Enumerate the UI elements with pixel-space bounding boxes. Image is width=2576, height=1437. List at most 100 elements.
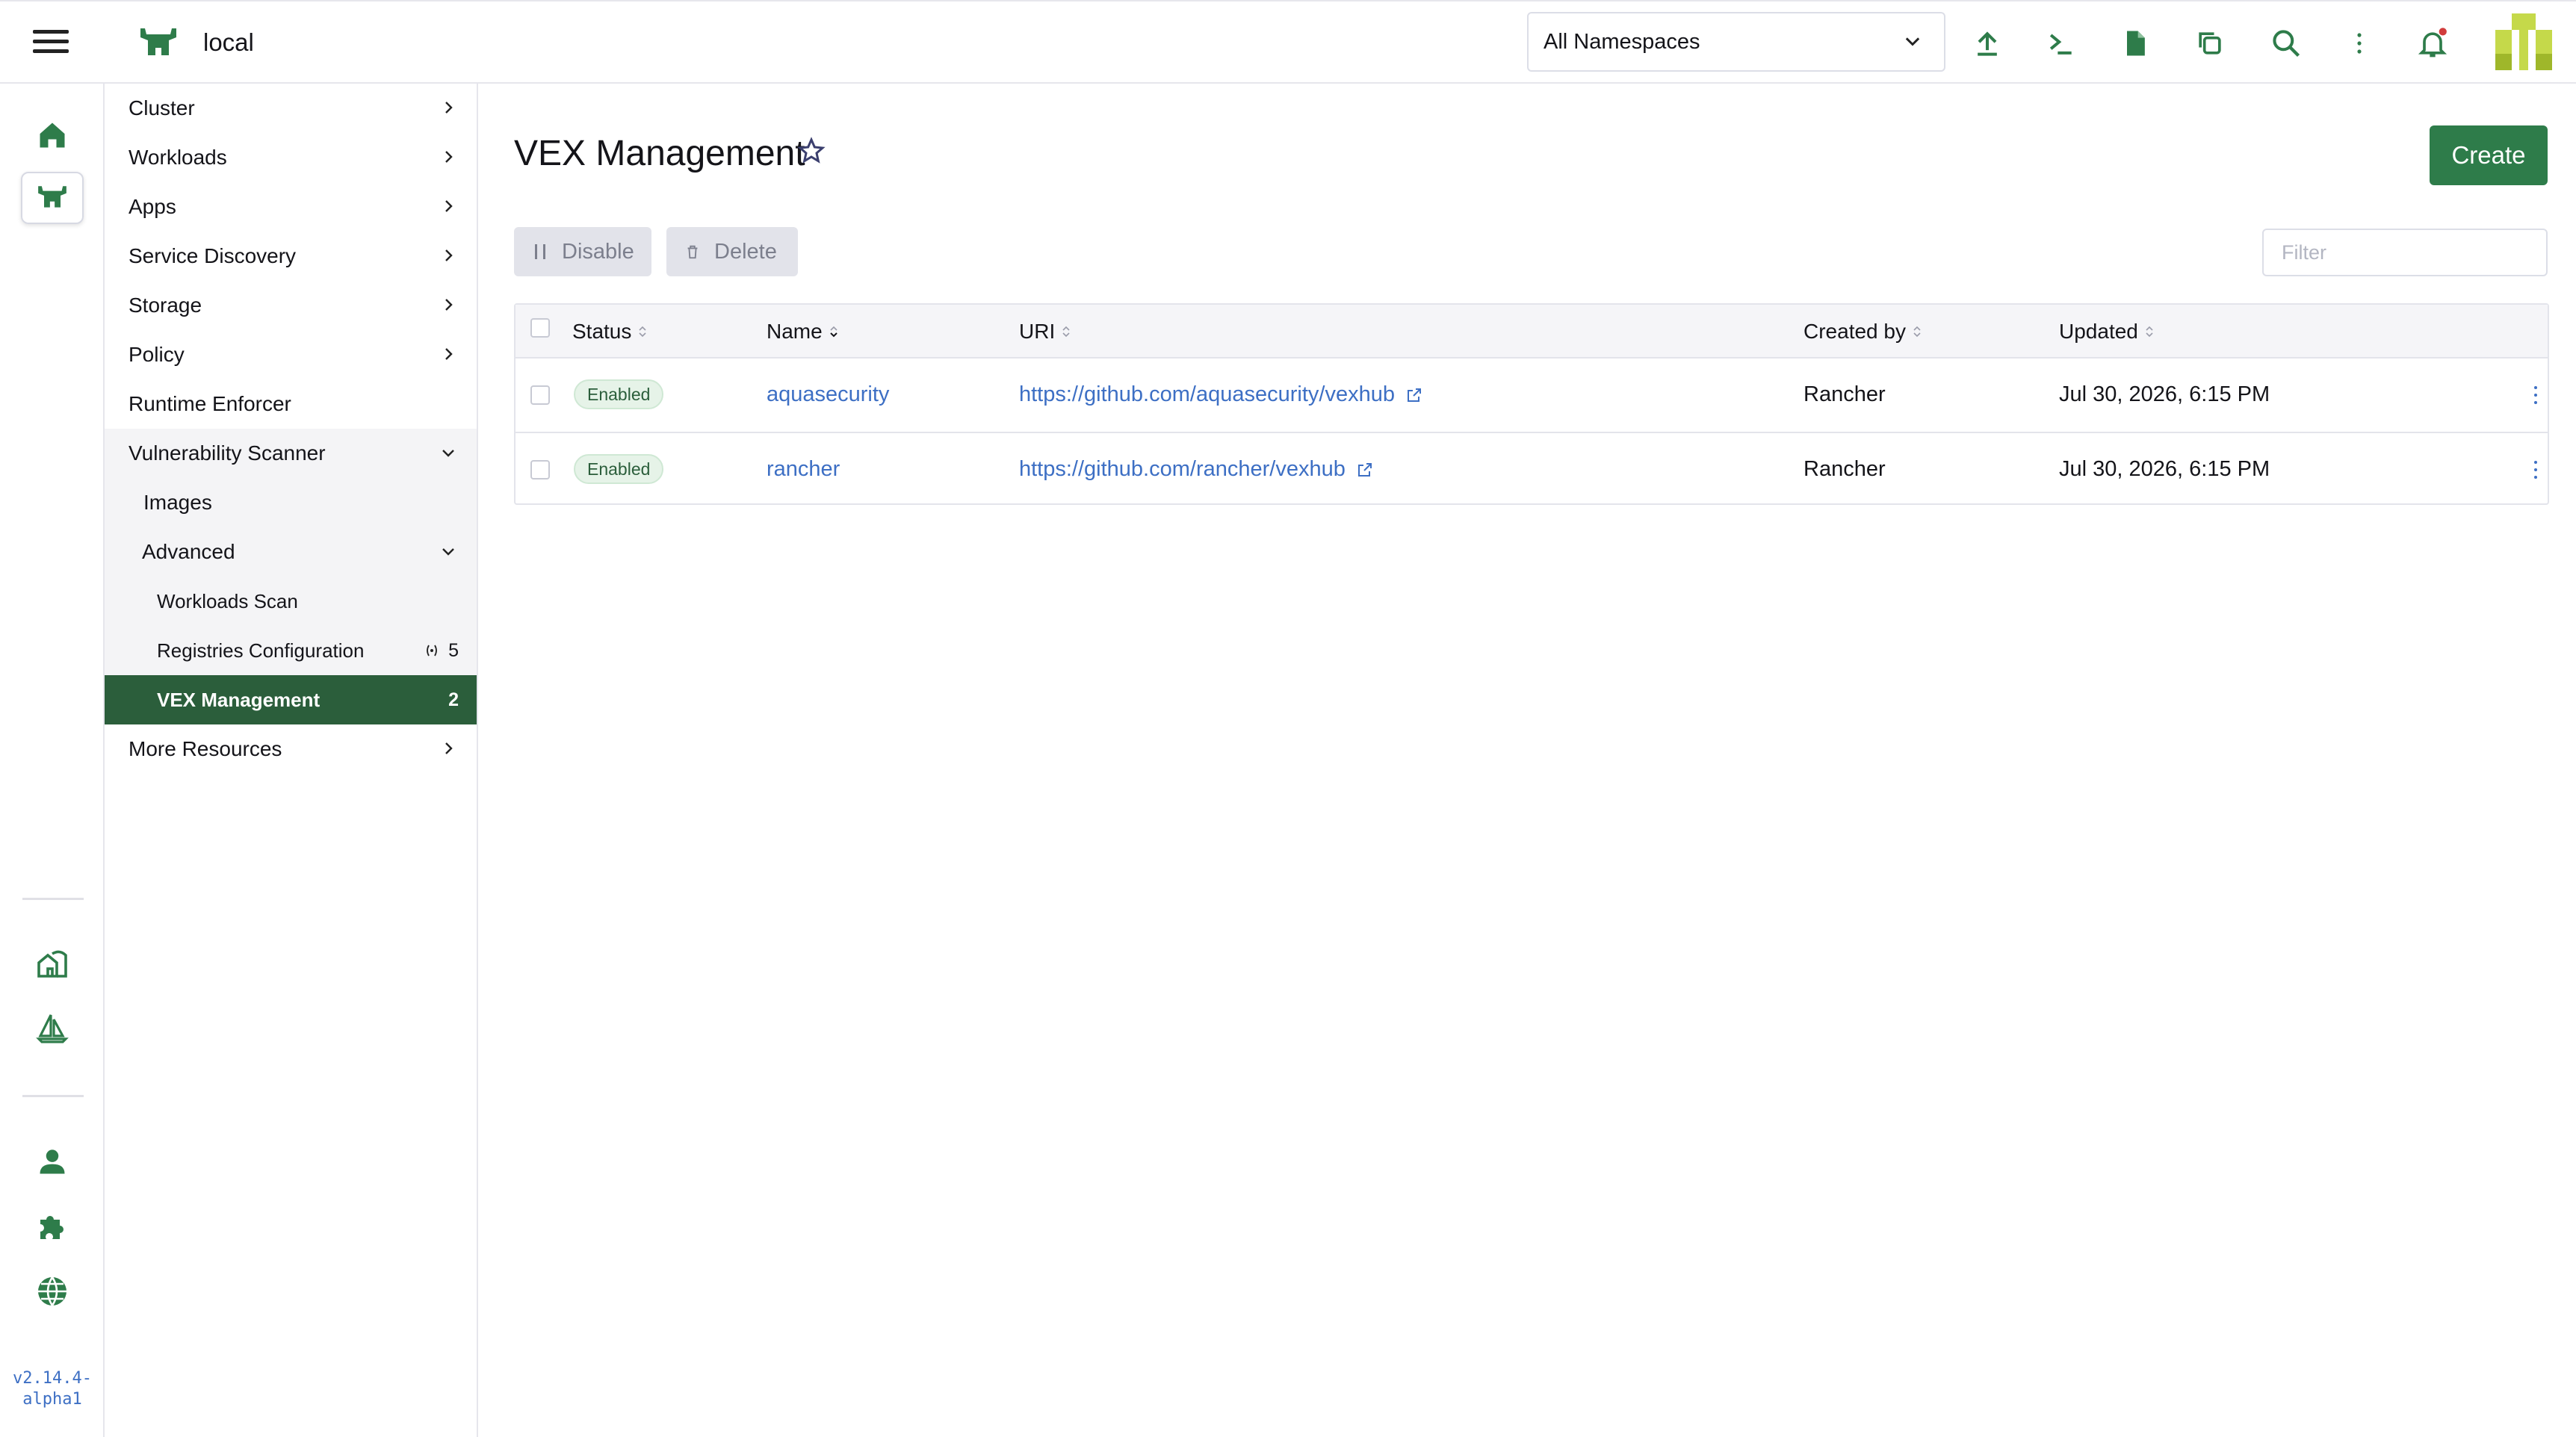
nav-workloads[interactable]: Workloads	[105, 133, 477, 182]
fleet-icon	[37, 950, 67, 978]
notifications-bell-icon[interactable]	[2416, 27, 2449, 60]
nav-label: Cluster	[129, 96, 195, 120]
side-navigation: Cluster Workloads Apps Service Discovery…	[105, 84, 478, 1437]
row-uri-link[interactable]: https://github.com/aquasecurity/vexhub	[1019, 382, 1423, 407]
row-name-link[interactable]: aquasecurity	[767, 382, 889, 407]
chevron-right-icon	[445, 102, 453, 114]
home-button[interactable]	[21, 109, 84, 161]
row-checkbox[interactable]	[530, 385, 550, 405]
status-badge: Enabled	[574, 379, 664, 409]
column-label: Status	[572, 320, 632, 343]
namespace-select[interactable]: All Namespaces	[1527, 12, 1945, 72]
copy-kubeconfig-icon[interactable]	[2193, 27, 2226, 60]
nav-label: Runtime Enforcer	[129, 392, 291, 415]
column-header-name[interactable]: Name	[767, 320, 840, 344]
select-all-checkbox[interactable]	[530, 318, 550, 338]
delete-label: Delete	[714, 239, 777, 264]
nav-vex-management[interactable]: VEX Management 2	[105, 675, 477, 724]
chevron-right-icon	[445, 742, 453, 754]
import-yaml-icon[interactable]	[1971, 27, 2004, 60]
nav-service-discovery[interactable]: Service Discovery	[105, 232, 477, 281]
favorite-star-icon[interactable]	[796, 136, 826, 166]
version-label: v2.14.4- alpha1	[0, 1368, 105, 1410]
version-line-1: v2.14.4-	[13, 1369, 92, 1388]
external-link-icon	[1407, 388, 1421, 403]
table-row: Enabled aquasecurity https://github.com/…	[515, 359, 2548, 432]
delete-button[interactable]: Delete	[666, 227, 798, 276]
nav-policy[interactable]: Policy	[105, 330, 477, 379]
nav-label: Service Discovery	[129, 244, 297, 267]
resource-search-icon[interactable]	[2270, 27, 2303, 60]
kubectl-shell-icon[interactable]	[2044, 27, 2077, 60]
nav-runtime-enforcer[interactable]: Runtime Enforcer	[105, 379, 477, 429]
nav-storage[interactable]: Storage	[105, 281, 477, 330]
row-checkbox[interactable]	[530, 460, 550, 479]
more-options-icon[interactable]	[2343, 27, 2376, 60]
sort-icon	[1913, 326, 1921, 338]
fleet-button[interactable]	[21, 938, 84, 990]
nav-label: Storage	[129, 294, 202, 317]
nav-label: Workloads Scan	[157, 589, 298, 612]
sailboat-icon	[36, 1014, 69, 1043]
nav-images[interactable]: Images	[105, 478, 477, 527]
nav-cluster[interactable]: Cluster	[105, 84, 477, 133]
nav-advanced[interactable]: Advanced	[105, 527, 477, 577]
create-button[interactable]: Create	[2430, 125, 2548, 185]
row-actions-icon[interactable]	[2533, 384, 2539, 406]
nav-count: 2	[448, 689, 459, 710]
home-icon	[40, 122, 65, 148]
extensions-button[interactable]	[21, 1199, 84, 1252]
nav-vulnerability-scanner[interactable]: Vulnerability Scanner	[105, 429, 477, 478]
nav-workloads-scan[interactable]: Workloads Scan	[105, 577, 477, 626]
kubeconfig-file-icon[interactable]	[2119, 27, 2152, 60]
filter-input[interactable]	[2262, 229, 2548, 276]
rail-divider	[22, 898, 84, 900]
disable-label: Disable	[562, 239, 634, 264]
chevron-right-icon	[445, 299, 453, 311]
sailboat-button[interactable]	[21, 1002, 84, 1055]
column-header-uri[interactable]: URI	[1019, 320, 1073, 344]
users-button[interactable]	[21, 1135, 84, 1188]
row-created-by: Rancher	[1803, 457, 1886, 481]
top-header: local All Namespaces	[0, 0, 2576, 84]
vex-table: Status Name URI Created by Updated Enabl…	[514, 303, 2549, 505]
nav-label: Vulnerability Scanner	[129, 441, 326, 465]
cluster-local-button[interactable]	[21, 172, 84, 224]
column-label: Created by	[1803, 320, 1906, 343]
nav-label: Policy	[129, 343, 185, 366]
user-avatar[interactable]	[2495, 13, 2552, 70]
hamburger-menu-icon[interactable]	[33, 30, 69, 57]
global-settings-button[interactable]	[21, 1265, 84, 1317]
main-content: VEX Management Create Disable Delete Sta…	[480, 84, 2576, 1437]
column-header-created-by[interactable]: Created by	[1803, 320, 1924, 344]
row-uri-link[interactable]: https://github.com/rancher/vexhub	[1019, 457, 1374, 482]
nav-label: Workloads	[129, 146, 227, 169]
column-header-updated[interactable]: Updated	[2059, 320, 2156, 344]
nav-label: Advanced	[142, 540, 235, 563]
row-updated: Jul 30, 2026, 6:15 PM	[2059, 382, 2270, 406]
rail-divider	[22, 1095, 84, 1097]
row-updated: Jul 30, 2026, 6:15 PM	[2059, 457, 2270, 481]
sort-icon	[829, 326, 837, 338]
row-actions-icon[interactable]	[2533, 459, 2539, 481]
disable-button[interactable]: Disable	[514, 227, 651, 276]
uri-text: https://github.com/rancher/vexhub	[1019, 457, 1346, 481]
cluster-name: local	[203, 28, 254, 56]
nav-more-resources[interactable]: More Resources	[105, 724, 477, 774]
chevron-right-icon	[445, 151, 453, 163]
extensions-icon	[40, 1216, 64, 1239]
row-name-link[interactable]: rancher	[767, 457, 840, 482]
app-rail: v2.14.4- alpha1	[0, 84, 105, 1437]
chevron-down-icon	[442, 450, 454, 457]
sort-icon	[1062, 326, 1070, 338]
nav-registries-configuration[interactable]: Registries Configuration 5	[105, 626, 477, 675]
page-title: VEX Management	[514, 134, 805, 173]
column-label: URI	[1019, 320, 1056, 343]
sort-icon	[2146, 326, 2153, 338]
global-settings-icon	[38, 1276, 66, 1308]
uri-text: https://github.com/aquasecurity/vexhub	[1019, 382, 1395, 406]
nav-count: 5	[448, 639, 459, 661]
column-header-status[interactable]: Status	[572, 320, 649, 344]
version-line-2: alpha1	[22, 1390, 82, 1409]
nav-apps[interactable]: Apps	[105, 182, 477, 232]
